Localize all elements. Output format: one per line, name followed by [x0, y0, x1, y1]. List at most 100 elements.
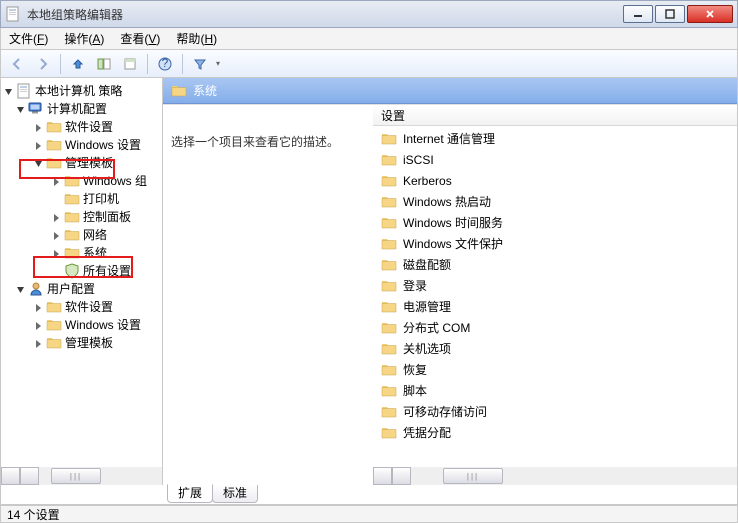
- menu-help[interactable]: 帮助(H): [168, 29, 225, 49]
- tree-node-root[interactable]: 本地计算机 策略: [1, 82, 162, 100]
- tree-label: 用户配置: [47, 280, 95, 298]
- tab-extended[interactable]: 扩展: [167, 484, 213, 503]
- list-item-label: iSCSI: [403, 153, 434, 167]
- tree-node-system[interactable]: 系统: [1, 244, 162, 262]
- tab-standard[interactable]: 标准: [212, 485, 258, 503]
- titlebar: 本地组策略编辑器: [0, 0, 738, 28]
- menu-view[interactable]: 查看(V): [112, 29, 168, 49]
- nav-forward-button[interactable]: [31, 53, 55, 75]
- list-item[interactable]: Windows 热启动: [373, 191, 737, 212]
- tree-node-user-templates[interactable]: 管理模板: [1, 334, 162, 352]
- expand-icon[interactable]: [51, 212, 62, 223]
- description-prompt: 选择一个项目来查看它的描述。: [171, 133, 365, 150]
- expand-icon[interactable]: [51, 248, 62, 259]
- tree-node-all-settings[interactable]: 所有设置: [1, 262, 162, 280]
- scrollbar-thumb[interactable]: |||: [443, 468, 503, 484]
- description-column: 选择一个项目来查看它的描述。: [163, 104, 373, 485]
- tree-label: Windows 组: [83, 172, 147, 190]
- expand-icon[interactable]: [33, 302, 44, 313]
- tree-node-printers[interactable]: 打印机: [1, 190, 162, 208]
- up-button[interactable]: [66, 53, 90, 75]
- list-item[interactable]: 恢复: [373, 359, 737, 380]
- help-button[interactable]: ?: [153, 53, 177, 75]
- list-item[interactable]: Kerberos: [373, 170, 737, 191]
- list-item[interactable]: Windows 时间服务: [373, 212, 737, 233]
- folder-icon: [381, 278, 397, 294]
- folder-icon: [381, 425, 397, 441]
- folder-icon: [381, 131, 397, 147]
- tree-node-control-panel[interactable]: 控制面板: [1, 208, 162, 226]
- list-horizontal-scrollbar[interactable]: |||: [373, 467, 737, 485]
- list-item-label: 登录: [403, 277, 427, 294]
- column-header-setting[interactable]: 设置: [373, 104, 737, 126]
- list-item[interactable]: 磁盘配额: [373, 254, 737, 275]
- right-title: 系统: [193, 82, 217, 99]
- show-hide-tree-button[interactable]: [92, 53, 116, 75]
- collapse-icon[interactable]: [3, 86, 14, 97]
- tree-node-windows-components[interactable]: Windows 组: [1, 172, 162, 190]
- menu-file[interactable]: 文件(F): [1, 29, 56, 49]
- tree[interactable]: 本地计算机 策略 计算机配置 软件设置 Windows 设置 管理模板: [1, 78, 162, 356]
- list-item[interactable]: Internet 通信管理: [373, 128, 737, 149]
- list-item[interactable]: iSCSI: [373, 149, 737, 170]
- tree-label: 软件设置: [65, 298, 113, 316]
- tree-node-network[interactable]: 网络: [1, 226, 162, 244]
- tree-node-computer-config[interactable]: 计算机配置: [1, 100, 162, 118]
- list-item[interactable]: 脚本: [373, 380, 737, 401]
- folder-icon: [46, 335, 62, 351]
- folder-icon: [46, 137, 62, 153]
- menu-action[interactable]: 操作(A): [56, 29, 112, 49]
- list-item[interactable]: 电源管理: [373, 296, 737, 317]
- list-item[interactable]: 可移动存储访问: [373, 401, 737, 422]
- list-item-label: 分布式 COM: [403, 319, 470, 336]
- toolbar-separator: [147, 54, 148, 74]
- tree-node-admin-templates[interactable]: 管理模板: [1, 154, 162, 172]
- folder-icon: [46, 299, 62, 315]
- list-item[interactable]: Windows 文件保护: [373, 233, 737, 254]
- folder-icon: [381, 257, 397, 273]
- list-item[interactable]: 凭据分配: [373, 422, 737, 443]
- folder-icon: [46, 317, 62, 333]
- list-item[interactable]: 登录: [373, 275, 737, 296]
- list-item[interactable]: 分布式 COM: [373, 317, 737, 338]
- expand-icon[interactable]: [33, 338, 44, 349]
- expand-icon[interactable]: [51, 230, 62, 241]
- filter-dropdown[interactable]: ▾: [214, 59, 222, 68]
- expand-spacer: [51, 266, 62, 277]
- folder-icon: [64, 245, 80, 261]
- collapse-icon[interactable]: [33, 158, 44, 169]
- right-header: 系统: [163, 78, 737, 104]
- tree-node-software-settings[interactable]: 软件设置: [1, 118, 162, 136]
- collapse-icon[interactable]: [15, 104, 26, 115]
- expand-icon[interactable]: [51, 176, 62, 187]
- list-item-label: Windows 文件保护: [403, 235, 503, 252]
- tree-horizontal-scrollbar[interactable]: |||: [1, 467, 162, 485]
- minimize-button[interactable]: [623, 5, 653, 23]
- shield-icon: [64, 263, 80, 279]
- folder-icon: [46, 155, 62, 171]
- toolbar-separator: [182, 54, 183, 74]
- expand-icon[interactable]: [33, 140, 44, 151]
- folder-icon: [381, 383, 397, 399]
- list-item-label: Kerberos: [403, 174, 452, 188]
- list-item[interactable]: 关机选项: [373, 338, 737, 359]
- list-item-label: 电源管理: [403, 298, 451, 315]
- folder-icon: [64, 227, 80, 243]
- expand-icon[interactable]: [33, 122, 44, 133]
- nav-back-button[interactable]: [5, 53, 29, 75]
- filter-button[interactable]: [188, 53, 212, 75]
- tree-node-user-config[interactable]: 用户配置: [1, 280, 162, 298]
- tree-node-user-windows[interactable]: Windows 设置: [1, 316, 162, 334]
- close-button[interactable]: [687, 5, 733, 23]
- tree-label: 管理模板: [65, 154, 113, 172]
- tree-node-windows-settings[interactable]: Windows 设置: [1, 136, 162, 154]
- scrollbar-thumb[interactable]: |||: [51, 468, 101, 484]
- expand-icon[interactable]: [33, 320, 44, 331]
- tree-label: 计算机配置: [47, 100, 107, 118]
- collapse-icon[interactable]: [15, 284, 26, 295]
- properties-button[interactable]: [118, 53, 142, 75]
- maximize-button[interactable]: [655, 5, 685, 23]
- folder-icon: [381, 299, 397, 315]
- tree-node-user-software[interactable]: 软件设置: [1, 298, 162, 316]
- folder-icon: [171, 83, 187, 99]
